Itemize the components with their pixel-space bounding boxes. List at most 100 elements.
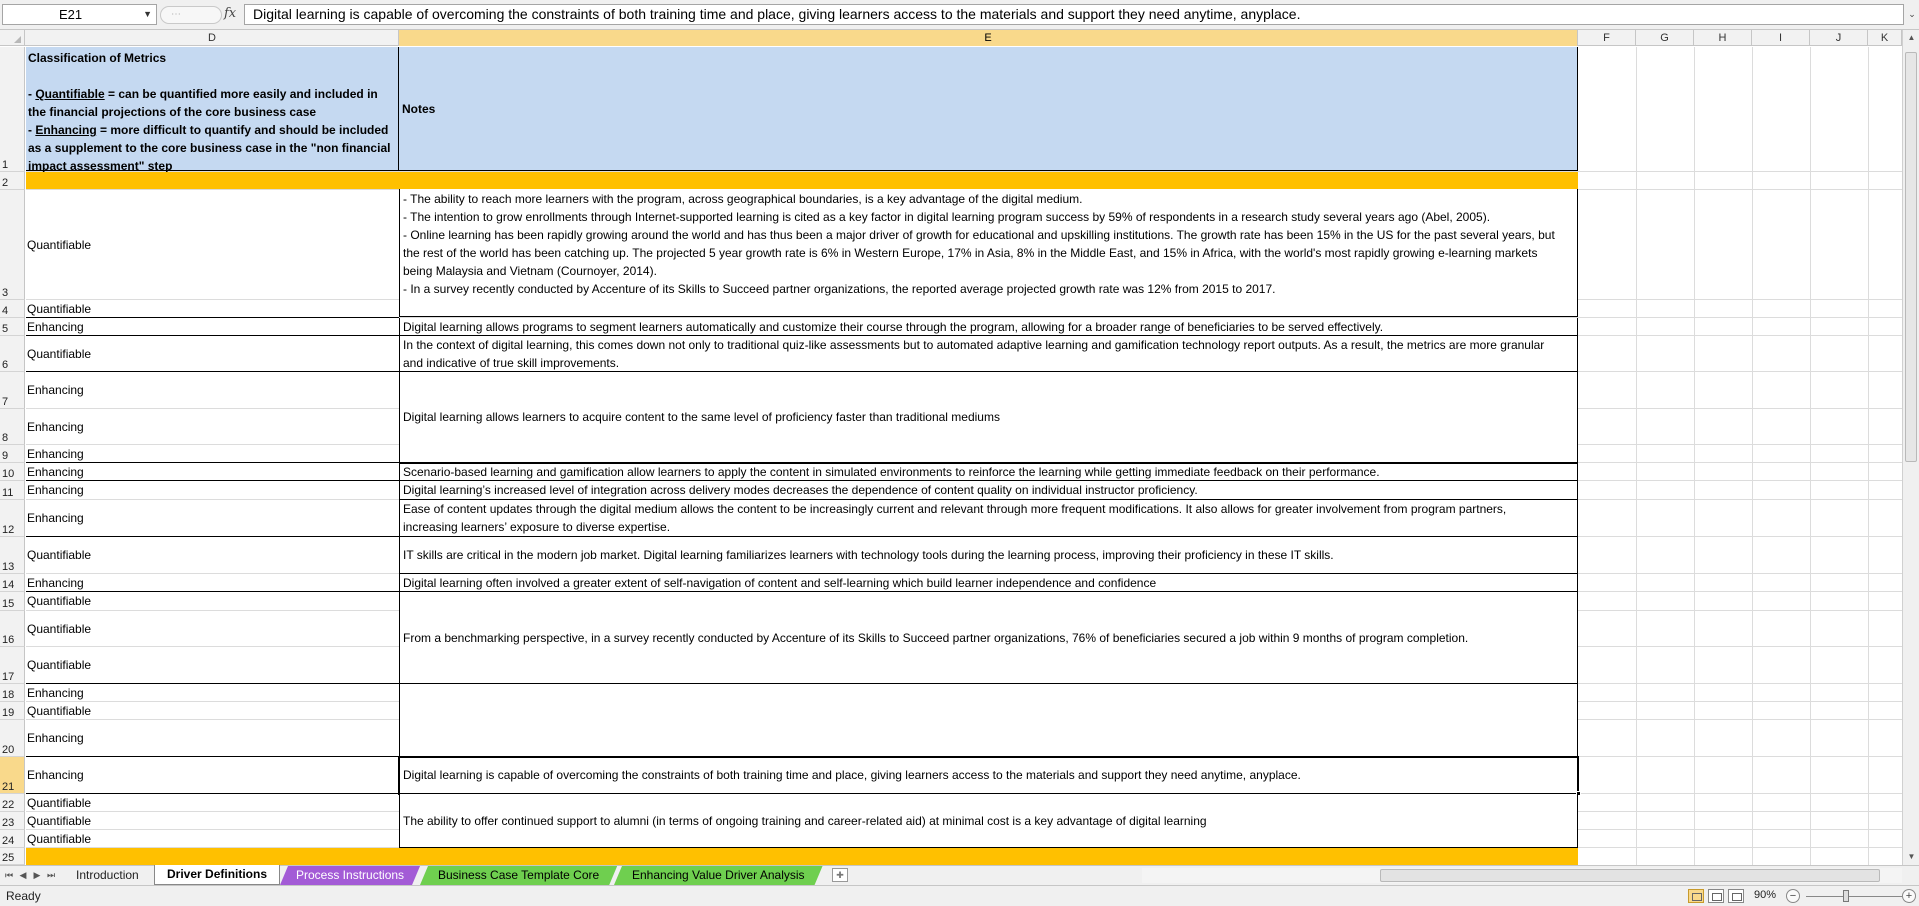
row-header-21[interactable]: 21 [0, 757, 25, 794]
first-sheet-icon[interactable]: ⏮ [2, 866, 16, 885]
row-header-16[interactable]: 16 [0, 611, 25, 647]
classification-cell[interactable]: Enhancing [26, 757, 399, 793]
classification-cell[interactable]: Enhancing [26, 500, 399, 536]
note-cell[interactable]: The ability to offer continued support t… [399, 794, 1578, 848]
name-box-dropdown-icon[interactable]: ▼ [143, 5, 152, 24]
column-header-j[interactable]: J [1810, 30, 1868, 46]
row-header-17[interactable]: 17 [0, 647, 25, 684]
note-cell[interactable]: Ease of content updates through the digi… [399, 500, 1578, 537]
note-cell[interactable]: From a benchmarking perspective, in a su… [399, 592, 1578, 684]
classification-header-cell[interactable]: Classification of Metrics - Quantifiable… [26, 47, 399, 173]
column-header-g[interactable]: G [1636, 30, 1694, 46]
row-header-12[interactable]: 12 [0, 500, 25, 537]
last-sheet-icon[interactable]: ⏭ [44, 866, 58, 885]
row-header-10[interactable]: 10 [0, 463, 25, 481]
formula-input[interactable]: Digital learning is capable of overcomin… [244, 4, 1904, 25]
note-cell[interactable] [399, 684, 1578, 757]
classification-cell[interactable]: Quantifiable [26, 300, 399, 317]
scroll-up-icon[interactable]: ▲ [1903, 30, 1919, 46]
select-all-corner[interactable] [0, 30, 25, 46]
column-header-f[interactable]: F [1578, 30, 1636, 46]
name-box[interactable]: E21 ▼ [2, 4, 157, 25]
column-header-h[interactable]: H [1694, 30, 1752, 46]
classification-cell[interactable]: Quantifiable [26, 647, 399, 683]
sheet-tab-business-case-template-core[interactable]: Business Case Template Core [420, 866, 617, 885]
prev-sheet-icon[interactable]: ◀ [16, 866, 30, 885]
zoom-slider-thumb[interactable] [1843, 890, 1849, 902]
note-cell[interactable]: - The ability to reach more learners wit… [399, 189, 1578, 317]
row-header-19[interactable]: 19 [0, 702, 25, 720]
note-cell[interactable]: In the context of digital learning, this… [399, 336, 1578, 372]
zoom-in-icon[interactable]: + [1902, 889, 1916, 903]
row-header-22[interactable]: 22 [0, 794, 25, 812]
row-header-14[interactable]: 14 [0, 574, 25, 592]
vertical-scrollbar[interactable]: ▲ ▼ [1902, 30, 1919, 865]
zoom-slider-track[interactable] [1806, 896, 1902, 897]
row-header-1[interactable]: 1 [0, 47, 25, 172]
sheet-tab-process-instructions[interactable]: Process Instructions [280, 866, 420, 885]
notes-header-cell[interactable]: Notes [399, 47, 1578, 171]
row-header-11[interactable]: 11 [0, 481, 25, 500]
classification-cell[interactable]: Quantifiable [26, 537, 399, 573]
classification-cell[interactable]: Enhancing [26, 463, 399, 480]
classification-cell[interactable]: Quantifiable [26, 336, 399, 371]
classification-cell[interactable]: Enhancing [26, 720, 399, 756]
classification-cell[interactable]: Enhancing [26, 574, 399, 591]
classification-cell[interactable]: Quantifiable [26, 830, 399, 847]
row-header-2[interactable]: 2 [0, 172, 25, 190]
normal-view-icon[interactable] [1688, 889, 1704, 903]
classification-cell[interactable]: Enhancing [26, 372, 399, 408]
zoom-out-icon[interactable]: − [1786, 889, 1800, 903]
sheet-tab-introduction[interactable]: Introduction [64, 866, 151, 885]
classification-cell[interactable]: Quantifiable [26, 794, 399, 811]
row-header-5[interactable]: 5 [0, 318, 25, 336]
note-cell[interactable]: IT skills are critical in the modern job… [399, 537, 1578, 574]
insert-sheet-icon[interactable]: ✚ [832, 868, 848, 882]
row-header-24[interactable]: 24 [0, 830, 25, 848]
row-header-4[interactable]: 4 [0, 300, 25, 318]
classification-cell[interactable]: Quantifiable [26, 592, 399, 610]
page-break-preview-icon[interactable] [1728, 889, 1744, 903]
column-header-k[interactable]: K [1868, 30, 1902, 46]
row-header-15[interactable]: 15 [0, 592, 25, 611]
classification-cell[interactable]: Enhancing [26, 684, 399, 701]
classification-cell[interactable]: Quantifiable [26, 702, 399, 719]
row-header-7[interactable]: 7 [0, 372, 25, 409]
note-cell-selected[interactable]: Digital learning is capable of overcomin… [398, 756, 1579, 795]
classification-cell[interactable]: Enhancing [26, 481, 399, 499]
next-sheet-icon[interactable]: ▶ [30, 866, 44, 885]
row-header-3[interactable]: 3 [0, 190, 25, 300]
note-cell[interactable]: Digital learning often involved a greate… [399, 574, 1578, 592]
classification-cell[interactable]: Quantifiable [26, 611, 399, 646]
horizontal-scrollbar[interactable] [1142, 868, 1902, 883]
row-header-18[interactable]: 18 [0, 684, 25, 702]
row-header-9[interactable]: 9 [0, 445, 25, 463]
insert-function-icon[interactable]: fx [224, 6, 236, 21]
vertical-scroll-thumb[interactable] [1905, 52, 1917, 462]
classification-cell[interactable]: Enhancing [26, 445, 399, 462]
row-header-23[interactable]: 23 [0, 812, 25, 830]
row-header-20[interactable]: 20 [0, 720, 25, 757]
row-header-13[interactable]: 13 [0, 537, 25, 574]
note-cell[interactable]: Scenario-based learning and gamification… [399, 463, 1578, 481]
expand-formula-bar-icon[interactable]: ⌄ [1906, 4, 1918, 25]
page-layout-view-icon[interactable] [1708, 889, 1724, 903]
classification-cell[interactable]: Enhancing [26, 318, 399, 335]
classification-cell[interactable]: Enhancing [26, 409, 399, 444]
sheet-tab-enhancing-value-driver-analysis[interactable]: Enhancing Value Driver Analysis [614, 866, 823, 885]
note-cell[interactable]: Digital learning’s increased level of in… [399, 481, 1578, 500]
classification-cell[interactable]: Quantifiable [26, 190, 399, 299]
note-cell[interactable]: Digital learning allows learners to acqu… [399, 372, 1578, 463]
column-header-i[interactable]: I [1752, 30, 1810, 46]
column-header-e[interactable]: E [399, 30, 1578, 46]
row-header-8[interactable]: 8 [0, 409, 25, 445]
scroll-down-icon[interactable]: ▼ [1903, 849, 1919, 865]
sheet-tab-driver-definitions[interactable]: Driver Definitions [154, 865, 281, 885]
row-header-6[interactable]: 6 [0, 336, 25, 372]
note-cell[interactable]: Digital learning allows programs to segm… [399, 318, 1578, 336]
formula-bar-divider[interactable]: ⋯ [160, 6, 222, 24]
classification-cell[interactable]: Quantifiable [26, 812, 399, 829]
row-header-25[interactable]: 25 [0, 848, 25, 865]
column-header-d[interactable]: D [26, 30, 399, 46]
horizontal-scroll-thumb[interactable] [1380, 869, 1880, 882]
